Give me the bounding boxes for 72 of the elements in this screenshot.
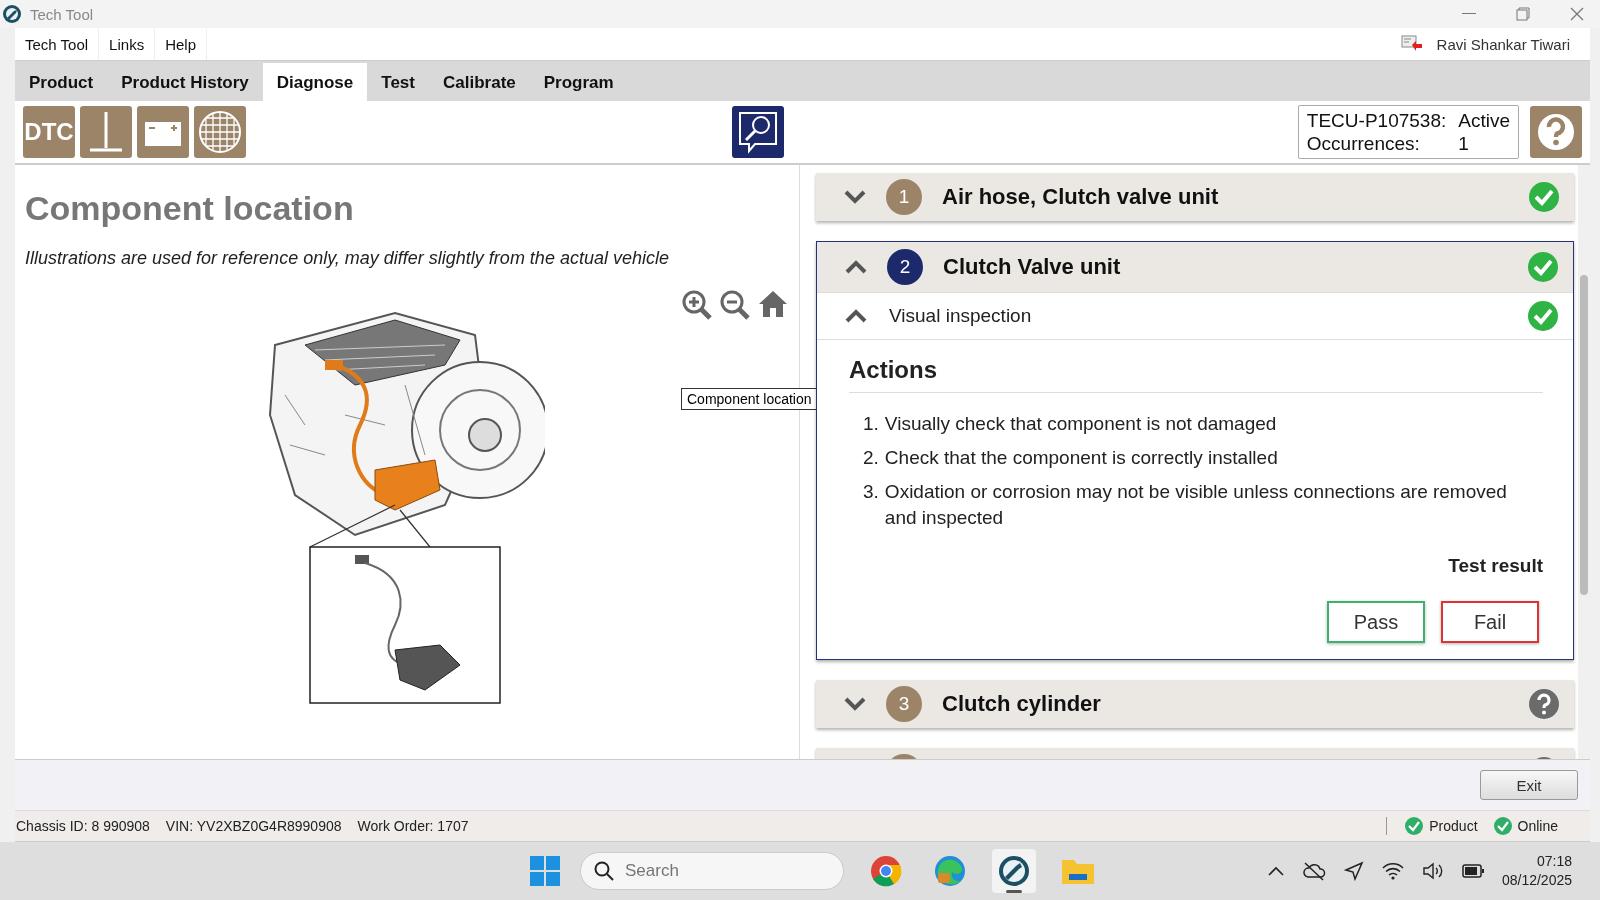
step-title[interactable]: Clutch Valve unit bbox=[943, 254, 1507, 280]
globe-icon bbox=[198, 110, 242, 154]
home-icon[interactable] bbox=[757, 289, 789, 319]
vin: VIN: YV2XBZ0G4R8990908 bbox=[165, 818, 342, 834]
occurrences-label: Occurrences: bbox=[1306, 132, 1421, 155]
window-title: Tech Tool bbox=[30, 5, 95, 23]
exit-button[interactable]: Exit bbox=[1480, 770, 1578, 800]
step-number: 3 bbox=[886, 686, 922, 722]
step-title[interactable]: Clutch cylinder bbox=[942, 691, 1508, 717]
search-icon bbox=[737, 110, 779, 154]
fault-code: TECU-P107538: bbox=[1306, 109, 1447, 132]
list-number: 2. bbox=[863, 446, 879, 470]
zoom-in-icon[interactable] bbox=[681, 289, 713, 321]
chassis-id: Chassis ID: 8 990908 bbox=[16, 818, 150, 834]
user-name: Ravi Shankar Tiwari bbox=[1436, 35, 1570, 53]
clock-date[interactable]: 08/12/2025 bbox=[1501, 871, 1572, 890]
status-label: Online bbox=[1517, 818, 1558, 834]
chevron-down-icon[interactable] bbox=[844, 697, 866, 711]
battery-button[interactable] bbox=[137, 106, 189, 158]
tooltip: Component location bbox=[681, 388, 818, 410]
tab[interactable]: Diagnose bbox=[262, 63, 368, 101]
wifi-icon[interactable] bbox=[1381, 862, 1404, 880]
pass-button[interactable]: Pass bbox=[1327, 601, 1425, 643]
battery-icon[interactable] bbox=[1461, 864, 1484, 878]
search-button[interactable] bbox=[732, 106, 784, 158]
action-text: Visually check that component is not damaged bbox=[884, 412, 1277, 436]
actions-heading: Actions bbox=[849, 356, 1543, 393]
tab[interactable]: Product bbox=[15, 63, 108, 101]
chevron-down-icon[interactable] bbox=[844, 190, 866, 204]
action-text: Oxidation or corrosion may not be visible unless connections are removed and inspected bbox=[884, 480, 1508, 530]
help-button[interactable] bbox=[1530, 106, 1582, 158]
status-label: Product bbox=[1429, 818, 1478, 834]
occurrences-value: 1 bbox=[1458, 132, 1470, 155]
list-number: 1. bbox=[863, 412, 879, 436]
chevron-up-icon[interactable] bbox=[845, 309, 867, 323]
panel-title: Component location bbox=[25, 189, 355, 228]
tab[interactable]: Product History bbox=[107, 63, 263, 101]
work-order: Work Order: 1707 bbox=[357, 818, 469, 834]
clock-time[interactable]: 07:18 bbox=[1536, 852, 1572, 871]
step-number: 1 bbox=[886, 179, 922, 215]
close-icon[interactable] bbox=[1570, 7, 1584, 21]
ground-button[interactable] bbox=[80, 106, 132, 158]
logout-icon[interactable] bbox=[1400, 35, 1423, 53]
step-number: 2 bbox=[887, 249, 923, 285]
test-result-label: Test result bbox=[1447, 555, 1543, 577]
tab[interactable]: Program bbox=[529, 63, 628, 101]
chevron-up-icon[interactable] bbox=[845, 260, 867, 274]
chrome-icon[interactable] bbox=[870, 855, 902, 887]
list-number: 3. bbox=[863, 480, 879, 504]
speaker-icon[interactable] bbox=[1421, 862, 1444, 880]
disclaimer-text: Illustrations are used for reference only, may differ slightly from the actual vehicle bbox=[25, 248, 670, 269]
tab[interactable]: Calibrate bbox=[429, 63, 530, 101]
fail-button[interactable]: Fail bbox=[1441, 601, 1539, 643]
help-icon bbox=[1536, 112, 1576, 152]
zoom-out-icon[interactable] bbox=[719, 289, 751, 321]
location-arrow-icon[interactable] bbox=[1343, 861, 1364, 881]
action-text: Check that the component is correctly installed bbox=[884, 446, 1278, 470]
dtc-button[interactable]: DTC bbox=[23, 106, 75, 158]
scrollbar[interactable] bbox=[1578, 165, 1590, 759]
search-field[interactable]: Search bbox=[580, 852, 844, 890]
substep-title[interactable]: Visual inspection bbox=[889, 305, 1505, 327]
fault-status: Active bbox=[1458, 109, 1510, 132]
tab[interactable]: Test bbox=[367, 63, 429, 101]
step-title[interactable]: Air hose, Clutch valve unit bbox=[942, 184, 1508, 210]
windows-start-icon[interactable] bbox=[530, 856, 560, 886]
edge-icon[interactable] bbox=[934, 855, 966, 887]
globe-button[interactable] bbox=[194, 106, 246, 158]
minimize-icon[interactable] bbox=[1462, 13, 1476, 15]
chevron-up-icon[interactable] bbox=[1267, 866, 1284, 876]
search-icon bbox=[594, 861, 614, 881]
cloud-off-icon[interactable] bbox=[1301, 861, 1326, 881]
restore-icon[interactable] bbox=[1516, 7, 1530, 21]
